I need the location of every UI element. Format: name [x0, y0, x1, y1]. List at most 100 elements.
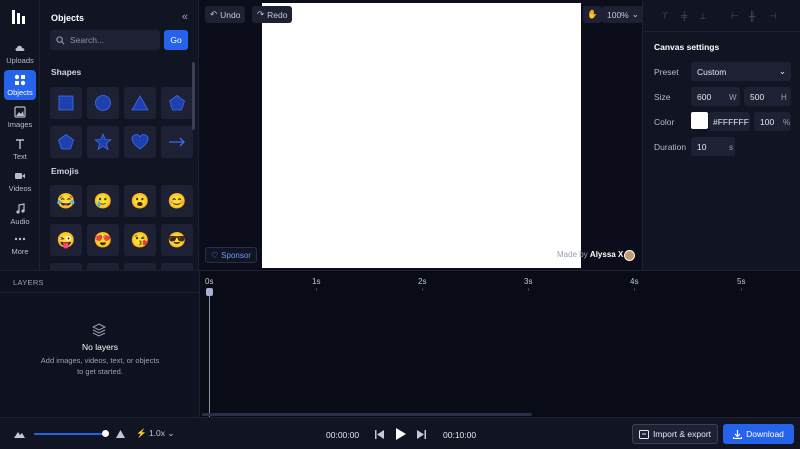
skip-back-icon[interactable] [375, 430, 384, 439]
divider [0, 292, 200, 293]
emoji-tile[interactable] [161, 263, 193, 270]
rail-item-uploads[interactable]: Uploads [4, 38, 36, 68]
cloud-upload-icon [15, 45, 25, 51]
rail-item-label: Audio [10, 216, 30, 226]
emoji-tile[interactable]: 😮 [124, 185, 156, 217]
video-icon [15, 172, 25, 179]
playback-speed-select[interactable]: ⚡ 1.0x ⌄ [136, 428, 175, 439]
shape-pentagon-tile[interactable] [161, 87, 193, 119]
no-layers-subtitle: Add images, videos, text, or objects to … [40, 356, 160, 376]
preset-label: Preset [654, 67, 679, 77]
sponsor-label: Sponsor [221, 250, 251, 260]
duration-value: 10 [697, 141, 707, 152]
shape-circle-tile[interactable] [87, 87, 119, 119]
shape-triangle-tile[interactable] [124, 87, 156, 119]
timeline-tick-label: 3s [524, 277, 533, 286]
shape-square-tile[interactable] [50, 87, 82, 119]
align-right-icon[interactable]: ⊣ [769, 11, 779, 21]
skip-forward-icon[interactable] [417, 430, 426, 439]
align-bottom-icon[interactable]: ⊥ [699, 11, 709, 21]
duration-unit: s [729, 143, 733, 152]
go-button[interactable]: Go [164, 30, 188, 50]
rail-item-label: Videos [8, 183, 32, 193]
shape-heart-tile[interactable] [124, 126, 156, 158]
emoji-tile[interactable] [50, 263, 82, 270]
sponsor-button[interactable]: ♡ Sponsor [205, 247, 257, 263]
emoji-tile[interactable]: 😂 [50, 185, 82, 217]
import-export-icon [638, 429, 649, 439]
emoji-blush: 😊 [167, 192, 187, 210]
download-label: Download [746, 429, 784, 439]
triangle-icon [131, 95, 149, 111]
timeline-zoom-slider[interactable] [34, 433, 106, 435]
play-icon[interactable] [396, 428, 406, 440]
zoom-in-triangle-icon[interactable] [116, 430, 125, 438]
color-hex-value: #FFFFFF [713, 116, 749, 127]
rail-item-images[interactable]: Images [4, 102, 36, 132]
undo-icon: ↶ [210, 9, 218, 19]
rail-item-label: Uploads [6, 55, 34, 65]
timeline-tick-mark [528, 288, 529, 291]
panel-scrollbar[interactable] [192, 62, 195, 130]
rail-item-videos[interactable]: Videos [4, 166, 36, 196]
download-button[interactable]: Download [723, 424, 794, 444]
redo-button[interactable]: ↷ Redo [252, 6, 293, 23]
pan-hand-button[interactable]: ✋ [583, 6, 602, 23]
collapse-panel-icon[interactable]: « [182, 11, 188, 23]
import-export-button[interactable]: Import & export [632, 424, 718, 444]
emoji-tile[interactable]: 🥲 [87, 185, 119, 217]
timeline-scrollbar[interactable] [202, 413, 532, 416]
emoji-tile[interactable]: 😊 [161, 185, 193, 217]
emoji-tile[interactable]: 😜 [50, 224, 82, 256]
color-hex-input[interactable]: #FFFFFF [709, 112, 750, 131]
shape-star-tile[interactable] [87, 126, 119, 158]
layers-icon [92, 323, 106, 337]
shape-pentagon-alt-tile[interactable] [50, 126, 82, 158]
rail-item-audio[interactable]: Audio [4, 199, 36, 229]
rail-item-more[interactable]: More [4, 229, 36, 259]
emoji-tile[interactable] [124, 263, 156, 270]
pentagon-icon [169, 95, 185, 111]
zoom-slider-handle[interactable] [102, 430, 109, 437]
no-layers-title: No layers [82, 342, 118, 352]
color-swatch[interactable] [691, 112, 708, 129]
timeline-tick-mark [741, 288, 742, 291]
made-by-credit[interactable]: Made by Alyssa X [557, 250, 623, 259]
timeline-tick-mark [422, 288, 423, 291]
preset-select[interactable]: Custom ⌄ [691, 62, 791, 81]
shape-arrow-tile[interactable] [161, 126, 193, 158]
emoji-joy: 😂 [56, 192, 76, 210]
layers-header: LAYERS [13, 278, 44, 287]
align-top-icon[interactable]: ⊤ [661, 11, 671, 21]
duration-label: Duration [654, 142, 687, 152]
emoji-tile[interactable] [87, 263, 119, 270]
zoom-select[interactable]: 100% ⌄ [602, 6, 644, 23]
panel-title: Objects [51, 13, 85, 23]
search-input[interactable]: Search... [50, 30, 160, 50]
rail-item-text[interactable]: Text [4, 134, 36, 164]
emoji-tile[interactable]: 😎 [161, 224, 193, 256]
design-canvas[interactable] [262, 3, 581, 268]
emoji-tile[interactable]: 😍 [87, 224, 119, 256]
star-icon [94, 133, 112, 151]
settings-title: Canvas settings [654, 42, 720, 52]
emoji-wink-tongue: 😜 [56, 231, 76, 249]
rail-item-objects[interactable]: Objects [4, 70, 36, 100]
playhead-handle[interactable] [206, 288, 213, 296]
height-value: 500 [750, 91, 765, 102]
undo-button[interactable]: ↶ Undo [205, 6, 246, 23]
heart-icon [131, 134, 149, 150]
chevron-down-icon: ⌄ [167, 428, 175, 438]
zoom-out-mountain-icon[interactable] [14, 430, 25, 438]
made-by-prefix: Made by [557, 250, 588, 259]
objects-icon [14, 74, 26, 85]
timeline-tick-mark [316, 288, 317, 291]
align-center-icon[interactable]: ╫ [749, 11, 759, 21]
timeline[interactable]: 0s 1s 2s 3s 4s 5s [200, 270, 800, 418]
shapes-section-label: Shapes [51, 67, 82, 77]
text-icon [16, 138, 24, 149]
speed-value: 1.0x [148, 428, 166, 438]
align-left-icon[interactable]: ⊢ [731, 11, 741, 21]
emoji-tile[interactable]: 😘 [124, 224, 156, 256]
align-middle-icon[interactable]: ╪ [681, 11, 691, 21]
